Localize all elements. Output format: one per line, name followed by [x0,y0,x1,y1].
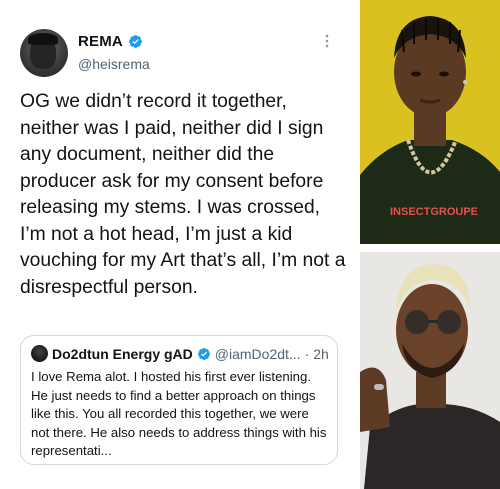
tweet-card[interactable]: REMA @heisrema OG we didn’t record it to… [0,0,356,489]
author-handle[interactable]: @heisrema [78,56,150,72]
vertical-dots-icon [325,34,329,48]
author-display-name[interactable]: REMA [78,33,123,50]
tweet-body-text: OG we didn’t record it together, neither… [20,91,346,298]
avatar-hair [28,33,58,45]
do2dtun-portrait-illustration [360,252,500,489]
verified-badge-icon [129,35,142,48]
more-icon[interactable] [319,34,335,50]
quoted-author-display-name[interactable]: Do2dtun Energy gAD [52,346,193,362]
quoted-verified-badge-icon [197,347,210,360]
quoted-author-handle[interactable]: @iamDo2dt... [215,346,301,362]
shirt-logo-text: INSECTGROUPE [390,206,478,218]
rema-photo: INSECTGROUPE [360,0,500,244]
quoted-tweet-text: I love Rema alot. I hosted his first eve… [31,369,327,459]
quoted-separator: · [304,345,310,362]
quoted-author-avatar[interactable] [31,345,48,362]
quoted-timestamp[interactable]: 2h [313,346,329,362]
do2dtun-photo [360,252,500,489]
quoted-tweet[interactable]: Do2dtun Energy gAD @iamDo2dt... · 2h I l… [20,335,338,465]
quoted-tweet-header: Do2dtun Energy gAD @iamDo2dt... · 2h [31,345,329,362]
author-name-row: REMA [78,33,143,50]
author-avatar[interactable] [20,29,68,77]
rema-portrait-illustration: INSECTGROUPE [360,0,500,244]
